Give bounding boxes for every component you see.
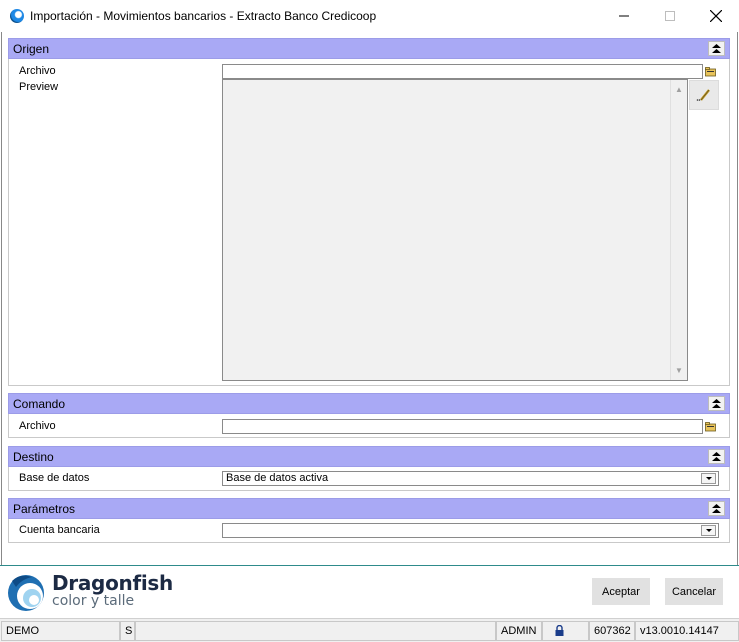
chevron-down-icon: [705, 528, 712, 532]
section-origen-title: Origen: [13, 42, 50, 56]
origen-browse-button[interactable]: [703, 64, 719, 79]
chevron-down-icon: [705, 476, 712, 480]
section-parametros-header: Parámetros: [8, 498, 730, 519]
close-icon: [710, 10, 722, 22]
folder-icon: [705, 67, 716, 77]
section-destino-header: Destino: [8, 446, 730, 467]
base-datos-value: Base de datos activa: [226, 472, 329, 484]
section-origen-header: Origen: [8, 38, 730, 59]
status-bar: DEMO S ADMIN 607362 v13.0010.14147: [0, 618, 739, 642]
section-comando-header: Comando: [8, 393, 730, 414]
dropdown-button[interactable]: [701, 473, 716, 484]
app-icon: [10, 9, 24, 23]
dropdown-button[interactable]: [701, 525, 716, 536]
scroll-down-icon[interactable]: ▼: [671, 362, 687, 379]
accept-button[interactable]: Aceptar: [592, 578, 650, 605]
section-comando-title: Comando: [13, 397, 66, 411]
cuenta-bancaria-select[interactable]: [222, 523, 719, 538]
cuenta-bancaria-label: Cuenta bancaria: [19, 524, 100, 536]
section-parametros-title: Parámetros: [13, 502, 76, 516]
title-bar: Importación - Movimientos bancarios - Ex…: [0, 0, 739, 32]
section-destino-title: Destino: [13, 450, 54, 464]
comando-browse-button[interactable]: [703, 419, 719, 434]
double-chevron-up-icon: [712, 43, 721, 53]
collapse-comando-button[interactable]: [708, 396, 725, 411]
lock-icon: [555, 625, 564, 636]
status-environment: DEMO: [1, 621, 120, 641]
maximize-button[interactable]: [647, 0, 693, 32]
minimize-icon: [619, 15, 629, 17]
status-mode: S: [120, 621, 135, 641]
base-datos-label: Base de datos: [19, 472, 90, 484]
edit-preview-button[interactable]: [689, 80, 719, 110]
collapse-origen-button[interactable]: [708, 41, 725, 56]
collapse-parametros-button[interactable]: [708, 501, 725, 516]
origen-archivo-input[interactable]: [222, 64, 703, 79]
double-chevron-up-icon: [712, 398, 721, 408]
status-serial: 607362: [589, 621, 635, 641]
origen-archivo-label: Archivo: [19, 65, 56, 77]
status-user: ADMIN: [496, 621, 542, 641]
logo-tagline: color y talle: [52, 593, 135, 609]
comando-archivo-input[interactable]: [222, 419, 703, 434]
maximize-icon: [665, 11, 675, 21]
folder-icon: [705, 422, 716, 432]
window-title: Importación - Movimientos bancarios - Ex…: [30, 9, 377, 23]
base-datos-select[interactable]: Base de datos activa: [222, 471, 719, 486]
pencil-icon: [696, 89, 710, 101]
close-button[interactable]: [693, 0, 739, 32]
preview-textarea[interactable]: ▲ ▼: [222, 79, 688, 381]
status-lock: [542, 621, 589, 641]
origen-preview-label: Preview: [19, 81, 59, 93]
collapse-destino-button[interactable]: [708, 449, 725, 464]
cancel-button[interactable]: Cancelar: [665, 578, 723, 605]
minimize-button[interactable]: [601, 0, 647, 32]
double-chevron-up-icon: [712, 503, 721, 513]
status-empty: [135, 621, 496, 641]
scroll-up-icon[interactable]: ▲: [671, 81, 687, 98]
preview-scrollbar[interactable]: ▲ ▼: [670, 80, 687, 380]
logo-name: Dragonfish: [52, 571, 173, 595]
dragonfish-logo-icon: [8, 575, 44, 611]
status-version: v13.0010.14147: [635, 621, 739, 641]
comando-archivo-label: Archivo: [19, 420, 56, 432]
double-chevron-up-icon: [712, 451, 721, 461]
